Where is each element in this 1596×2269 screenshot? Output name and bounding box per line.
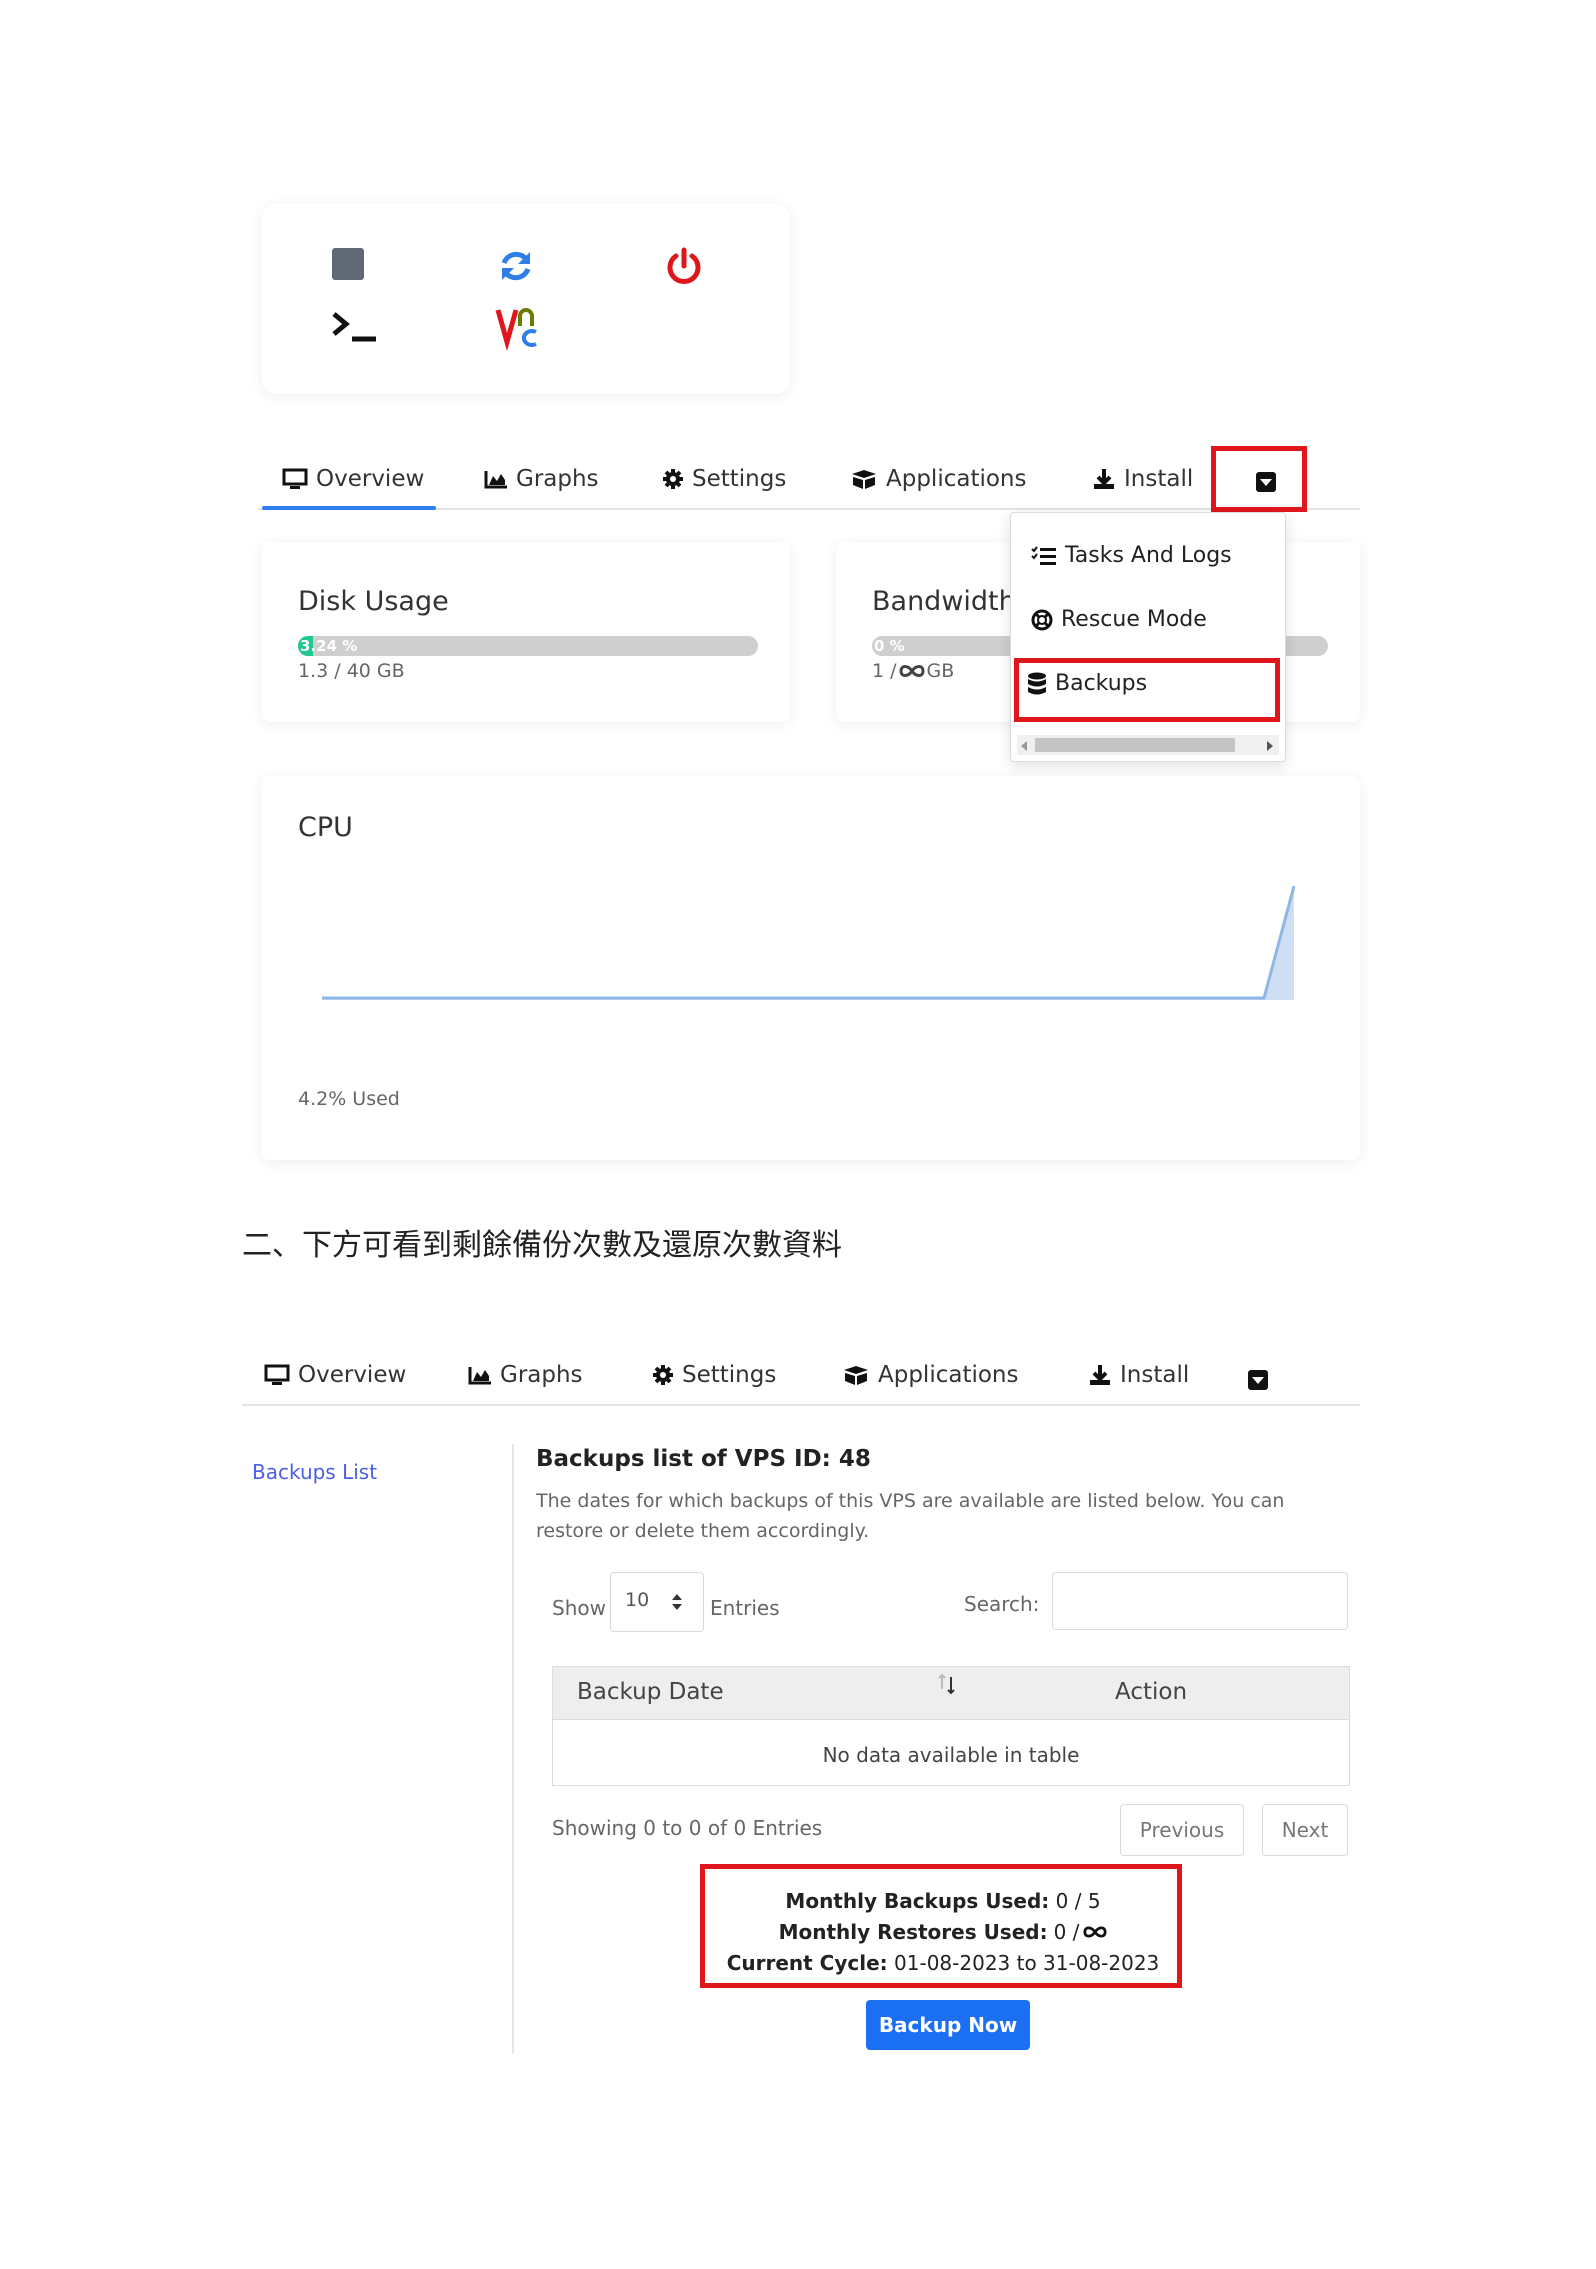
gear-icon: [653, 1365, 673, 1385]
monitor-icon: [282, 468, 308, 489]
terminal-icon: [332, 312, 376, 342]
menu-item-label: Tasks And Logs: [1065, 543, 1232, 568]
column-header-backup-date[interactable]: Backup Date: [577, 1679, 724, 1705]
cpu-usage-graph: [322, 885, 1296, 1000]
more-tabs-dropdown-toggle[interactable]: [1248, 1370, 1268, 1390]
bandwidth-percent: 0 %: [874, 637, 905, 655]
menu-item-rescue-mode[interactable]: Rescue Mode: [1031, 607, 1207, 632]
top-tab-bar: Overview Graphs Settings Applications In…: [258, 450, 1360, 510]
tab-overview[interactable]: Overview: [264, 1346, 406, 1404]
stop-square-icon: [332, 248, 364, 280]
power-icon: [667, 247, 701, 284]
description-line: restore or delete them accordingly.: [536, 1520, 870, 1542]
boxes-icon: [852, 470, 876, 489]
menu-item-tasks-and-logs[interactable]: Tasks And Logs: [1031, 543, 1232, 568]
tab-label: Settings: [692, 466, 787, 492]
list-check-icon: [1031, 545, 1056, 565]
backup-now-button[interactable]: Backup Now: [866, 2000, 1030, 2050]
disk-usage-amount: 1.3 / 40 GB: [298, 660, 405, 682]
description-line: The dates for which backups of this VPS …: [536, 1490, 1285, 1512]
cpu-card: CPU 4.2% Used: [262, 776, 1360, 1160]
area-chart-icon: [468, 1367, 491, 1385]
tab-label: Graphs: [516, 466, 599, 492]
tab-label: Applications: [878, 1362, 1019, 1388]
power-off-button[interactable]: [662, 244, 706, 288]
bandwidth-unit: GB: [926, 660, 955, 682]
disk-usage-title: Disk Usage: [298, 586, 449, 617]
previous-page-button[interactable]: Previous: [1120, 1804, 1244, 1856]
page-description: The dates for which backups of this VPS …: [536, 1486, 1284, 1546]
table-empty-message: No data available in table: [822, 1743, 1080, 1767]
download-icon: [1090, 1365, 1110, 1385]
vnc-icon: [495, 308, 537, 350]
gear-icon: [663, 469, 683, 489]
table-info-text: Showing 0 to 0 of 0 Entries: [552, 1816, 823, 1840]
refresh-icon: [501, 251, 531, 281]
next-page-button[interactable]: Next: [1262, 1804, 1348, 1856]
tab-label: Overview: [316, 466, 425, 492]
search-input[interactable]: [1052, 1572, 1348, 1630]
power-controls-card: [262, 204, 790, 394]
highlight-quota-info: [700, 1864, 1182, 1988]
tab-overview[interactable]: Overview: [282, 450, 424, 508]
area-chart-icon: [484, 471, 507, 489]
highlight-backups-item: [1014, 658, 1280, 722]
entries-select[interactable]: 10: [610, 1572, 704, 1632]
tab-settings[interactable]: Settings: [652, 1346, 776, 1404]
bottom-tab-bar: Overview Graphs Settings Applications In…: [242, 1346, 1360, 1406]
stop-button[interactable]: [330, 246, 366, 282]
table-header-row: Backup Date Action: [553, 1667, 1349, 1720]
vnc-button[interactable]: [494, 304, 544, 350]
cpu-title: CPU: [298, 812, 353, 843]
tab-label: Applications: [886, 466, 1027, 492]
page-heading: Backups list of VPS ID: 48: [536, 1446, 871, 1472]
tab-applications[interactable]: Applications: [842, 1346, 1019, 1404]
sort-icon[interactable]: [937, 1673, 957, 1695]
scroll-right-arrow[interactable]: [1267, 741, 1273, 751]
download-icon: [1094, 469, 1114, 489]
show-label: Show: [552, 1596, 606, 1620]
boxes-icon: [844, 1366, 868, 1385]
lifebuoy-icon: [1031, 609, 1053, 630]
highlight-more-toggle: [1211, 446, 1307, 512]
bandwidth-amount: 1 / GB: [872, 660, 954, 682]
tab-label: Overview: [298, 1362, 407, 1388]
menu-item-label: Rescue Mode: [1061, 607, 1207, 632]
disk-usage-percent: 3.24 %: [300, 637, 358, 655]
backups-table: Backup Date Action No data available in …: [552, 1666, 1350, 1786]
select-updown-icon: [672, 1594, 682, 1610]
tab-install[interactable]: Install: [1092, 450, 1193, 508]
disk-usage-card: Disk Usage 3.24 % 1.3 / 40 GB: [262, 542, 790, 722]
monitor-icon: [264, 1364, 290, 1385]
tab-label: Settings: [682, 1362, 777, 1388]
infinity-icon: [899, 665, 925, 677]
bandwidth-used: 1 /: [872, 660, 897, 682]
more-tabs-dropdown-menu: Tasks And Logs Rescue Mode Backups: [1010, 512, 1286, 762]
restart-button[interactable]: [494, 244, 538, 288]
entries-label: Entries: [710, 1596, 780, 1620]
dropdown-scrollbar[interactable]: [1017, 735, 1279, 755]
tab-install[interactable]: Install: [1088, 1346, 1189, 1404]
tab-applications[interactable]: Applications: [850, 450, 1027, 508]
tab-label: Install: [1120, 1362, 1190, 1388]
instruction-text: 二、下方可看到剩餘備份次數及還原次數資料: [242, 1228, 842, 1263]
scrollbar-thumb[interactable]: [1035, 738, 1235, 752]
entries-select-value: 10: [625, 1589, 650, 1611]
active-tab-indicator: [262, 506, 436, 510]
column-header-action[interactable]: Action: [1115, 1679, 1187, 1705]
tab-label: Install: [1124, 466, 1194, 492]
sidebar-divider: [512, 1444, 514, 2054]
tab-graphs[interactable]: Graphs: [484, 450, 599, 508]
tab-label: Graphs: [500, 1362, 583, 1388]
tab-settings[interactable]: Settings: [662, 450, 786, 508]
search-label: Search:: [964, 1592, 1040, 1616]
bandwidth-title: Bandwidth: [872, 586, 1016, 617]
scroll-left-arrow[interactable]: [1021, 741, 1027, 751]
sidebar-link-backups-list[interactable]: Backups List: [252, 1460, 377, 1484]
cpu-used-label: 4.2% Used: [298, 1088, 400, 1110]
tab-graphs[interactable]: Graphs: [468, 1346, 583, 1404]
console-button[interactable]: [330, 306, 380, 346]
disk-usage-progress: 3.24 %: [298, 636, 758, 656]
